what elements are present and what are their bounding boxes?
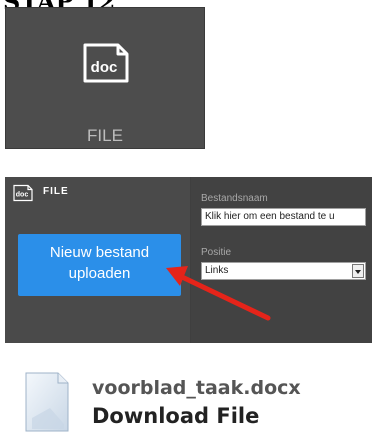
upload-button-label-line1: Nieuw bestand [49,244,150,261]
position-select-value: Links [205,265,229,276]
chevron-down-icon[interactable] [352,264,364,278]
tile-label: FILE [87,126,123,145]
svg-text:doc: doc [16,192,29,199]
download-file-link[interactable]: Download File [92,404,259,428]
filename-label: Bestandsnaam [201,193,268,204]
file-widget-editor: doc FILE Nieuw bestand uploaden Bestands… [5,177,372,343]
editor-left-pane: doc FILE Nieuw bestand uploaden [5,177,190,343]
widget-type-label: FILE [43,186,69,197]
editor-settings-pane: Bestandsnaam Klik hier om een bestand te… [191,177,372,343]
upload-new-file-button[interactable]: Nieuw bestand uploaden [18,234,181,296]
doc-icon: doc [13,184,33,202]
file-name: voorblad_taak.docx [92,377,301,399]
filename-input[interactable]: Klik hier om een bestand te u [201,208,366,226]
file-widget-tile[interactable]: doc FILE [5,7,205,149]
position-select[interactable]: Links [201,262,366,280]
position-label: Positie [201,247,232,258]
upload-button-label-line2: uploaden [68,265,131,282]
document-file-icon [25,372,69,432]
svg-text:doc: doc [91,59,118,76]
doc-icon: doc [83,43,129,83]
